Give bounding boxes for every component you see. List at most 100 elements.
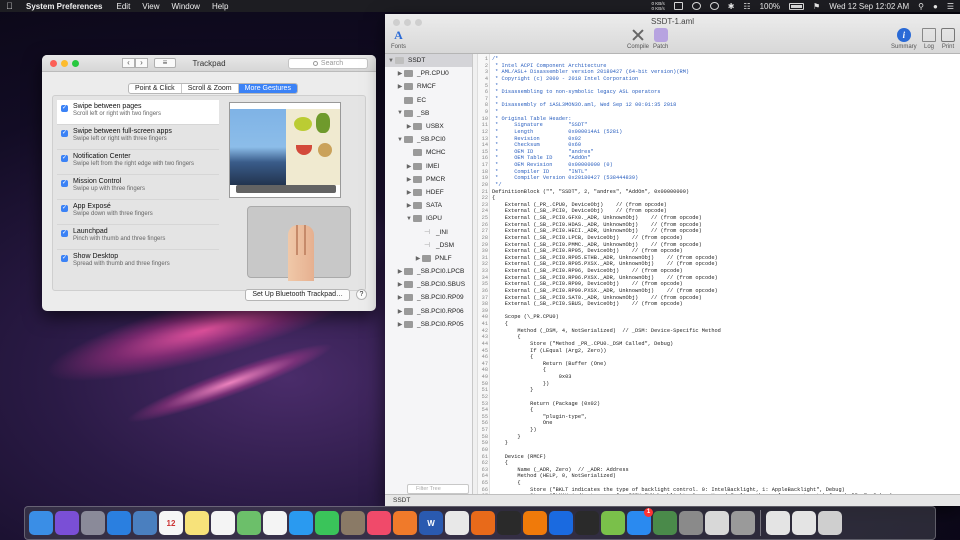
tree-item[interactable]: ▶ RMCF	[385, 80, 472, 93]
checkbox-checked-icon[interactable]: ✓	[61, 230, 68, 237]
tab-scroll-zoom[interactable]: Scroll & Zoom	[182, 84, 239, 93]
dock-documents-icon[interactable]	[792, 511, 816, 535]
dock-maciasl-icon[interactable]	[731, 511, 755, 535]
tree-item[interactable]: ▼ _SB	[385, 107, 472, 120]
code-editor[interactable]: 1/* 2 * Intel ACPI Component Architecture…	[478, 56, 960, 494]
dock-firefox-icon[interactable]	[471, 511, 495, 535]
checkbox-checked-icon[interactable]: ✓	[61, 255, 68, 262]
disclosure-open-icon[interactable]: ▼	[387, 58, 395, 64]
gesture-subtitle-popup[interactable]: Scroll left or right with two fingers	[73, 111, 161, 117]
window-toolbar[interactable]: SSDT-1.aml A Fonts Compile Patch i Summa…	[385, 14, 960, 54]
network-speed-monitor[interactable]: 0 KB/s 0 KB/s	[651, 1, 664, 11]
monitor-icon[interactable]	[673, 2, 683, 10]
tree-item[interactable]: ▼ IGPU	[385, 212, 472, 225]
compile-button[interactable]: Compile	[627, 28, 649, 50]
dock-xcode-helper-icon[interactable]	[653, 511, 677, 535]
disclosure-closed-icon[interactable]: ▶	[396, 294, 404, 301]
battery-icon[interactable]	[789, 2, 805, 10]
tree-item[interactable]: MCHC	[385, 146, 472, 159]
time-machine-icon[interactable]	[691, 2, 701, 10]
dock-maps-icon[interactable]	[237, 511, 261, 535]
checkbox-checked-icon[interactable]: ✓	[61, 180, 68, 187]
menu-help[interactable]: Help	[212, 2, 228, 11]
filter-tree-field[interactable]: Filter Tree	[407, 484, 469, 494]
tree-item[interactable]: ▼ SSDT	[385, 54, 472, 68]
gesture-subtitle-popup[interactable]: Swipe left or right with three fingers	[73, 136, 172, 142]
dock-calendar-icon[interactable]: 12	[159, 511, 183, 535]
fonts-button[interactable]: A Fonts	[391, 28, 406, 50]
disclosure-open-icon[interactable]: ▼	[396, 137, 404, 143]
disclosure-closed-icon[interactable]: ▶	[405, 163, 413, 170]
disclosure-closed-icon[interactable]: ▶	[405, 123, 413, 130]
window-titlebar[interactable]: ‹ › ≡ Trackpad Search	[42, 55, 376, 72]
dock-facetime-icon[interactable]	[315, 511, 339, 535]
dock-messages-bubbles-icon[interactable]	[289, 511, 313, 535]
dock-contacts-icon[interactable]	[341, 511, 365, 535]
disclosure-closed-icon[interactable]: ▶	[405, 189, 413, 196]
dock-terminal-icon[interactable]	[575, 511, 599, 535]
user-icon[interactable]: ●	[933, 2, 938, 11]
tree-item[interactable]: ▼ _SB.PCI0	[385, 133, 472, 146]
gesture-row-mission-control[interactable]: ✓ Mission Control Swipe up with three fi…	[57, 175, 219, 200]
tree-item[interactable]: ▶ PMCR	[385, 173, 472, 186]
tree-item[interactable]: ▶ USBX	[385, 120, 472, 133]
dock-launchpad-icon[interactable]	[81, 511, 105, 535]
teamviewer-icon[interactable]	[709, 2, 719, 10]
datetime[interactable]: Wed 12 Sep 12:02 AM	[829, 2, 909, 11]
gesture-row-launchpad[interactable]: ✓ Launchpad Pinch with thumb and three f…	[57, 225, 219, 250]
checkbox-checked-icon[interactable]: ✓	[61, 205, 68, 212]
tree-item[interactable]: ▶ PNLF	[385, 252, 472, 265]
disclosure-closed-icon[interactable]: ▶	[396, 281, 404, 288]
tree-item[interactable]: ▶ _SB.PCI0.RP06	[385, 305, 472, 318]
checkbox-checked-icon[interactable]: ✓	[61, 105, 68, 112]
dock-word-icon[interactable]: W	[419, 511, 443, 535]
disclosure-closed-icon[interactable]: ▶	[396, 321, 404, 328]
dock-quicktime-icon[interactable]	[497, 511, 521, 535]
menu-view[interactable]: View	[142, 2, 159, 11]
dock-notes-icon[interactable]	[185, 511, 209, 535]
setup-bluetooth-trackpad-button[interactable]: Set Up Bluetooth Trackpad…	[245, 289, 350, 301]
wifi-icon[interactable]: ☷	[743, 2, 750, 11]
gesture-row-swipe-pages[interactable]: ✓ Swipe between pages Scroll left or rig…	[57, 100, 219, 125]
tree-item[interactable]: ▶ HDEF	[385, 186, 472, 199]
checkbox-checked-icon[interactable]: ✓	[61, 130, 68, 137]
menu-window[interactable]: Window	[172, 2, 200, 11]
disclosure-closed-icon[interactable]: ▶	[396, 308, 404, 315]
dock-safari-icon[interactable]	[107, 511, 131, 535]
menu-edit[interactable]: Edit	[117, 2, 131, 11]
gesture-row-fullscreen-apps[interactable]: ✓ Swipe between full-screen apps Swipe l…	[57, 125, 219, 150]
dock-books-icon[interactable]	[393, 511, 417, 535]
disclosure-closed-icon[interactable]: ▶	[396, 268, 404, 275]
disclosure-open-icon[interactable]: ▼	[405, 216, 413, 222]
tab-point-click[interactable]: Point & Click	[129, 84, 182, 93]
dock-trash-icon[interactable]	[818, 511, 842, 535]
disclosure-closed-icon[interactable]: ▶	[396, 83, 404, 90]
gesture-subtitle-popup[interactable]: Swipe down with three fingers	[73, 211, 153, 217]
dock-chrome-icon[interactable]	[445, 511, 469, 535]
menu-app-name[interactable]: System Preferences	[26, 2, 103, 11]
tree-item[interactable]: ▶ _PR.CPU0	[385, 67, 472, 80]
tree-item[interactable]: ⊣ _DSM	[385, 239, 472, 252]
tree-item[interactable]: ▶ IMEI	[385, 160, 472, 173]
disclosure-closed-icon[interactable]: ▶	[414, 255, 422, 262]
dock-activity-monitor-icon[interactable]	[705, 511, 729, 535]
dock-reminders-icon[interactable]	[211, 511, 235, 535]
spotlight-icon[interactable]: ⚲	[918, 2, 924, 11]
dock-vlc-icon[interactable]	[523, 511, 547, 535]
gesture-row-app-expose[interactable]: ✓ App Exposé Swipe down with three finge…	[57, 200, 219, 225]
tree-item[interactable]: ▶ _SB.PCI0.RP09	[385, 291, 472, 304]
tree-item[interactable]: ▶ _SB.PCI0.LPCB	[385, 265, 472, 278]
dock-preview-icon[interactable]	[133, 511, 157, 535]
checkbox-checked-icon[interactable]: ✓	[61, 155, 68, 162]
dock-siri-icon[interactable]	[55, 511, 79, 535]
notification-center-icon[interactable]: ☰	[947, 2, 954, 11]
tree-item[interactable]: ⊣ _INI	[385, 225, 472, 238]
tree-item[interactable]: ▶ _SB.PCI0.SBUS	[385, 278, 472, 291]
dock-app-store-icon[interactable]: 1	[627, 508, 653, 535]
disclosure-open-icon[interactable]: ▼	[396, 110, 404, 116]
gesture-row-show-desktop[interactable]: ✓ Show Desktop Spread with thumb and thr…	[57, 250, 219, 275]
dock-music-icon[interactable]	[367, 511, 391, 535]
flag-icon[interactable]: ⚑	[813, 2, 820, 11]
log-button[interactable]: Log	[922, 28, 936, 50]
disclosure-closed-icon[interactable]: ▶	[405, 176, 413, 183]
